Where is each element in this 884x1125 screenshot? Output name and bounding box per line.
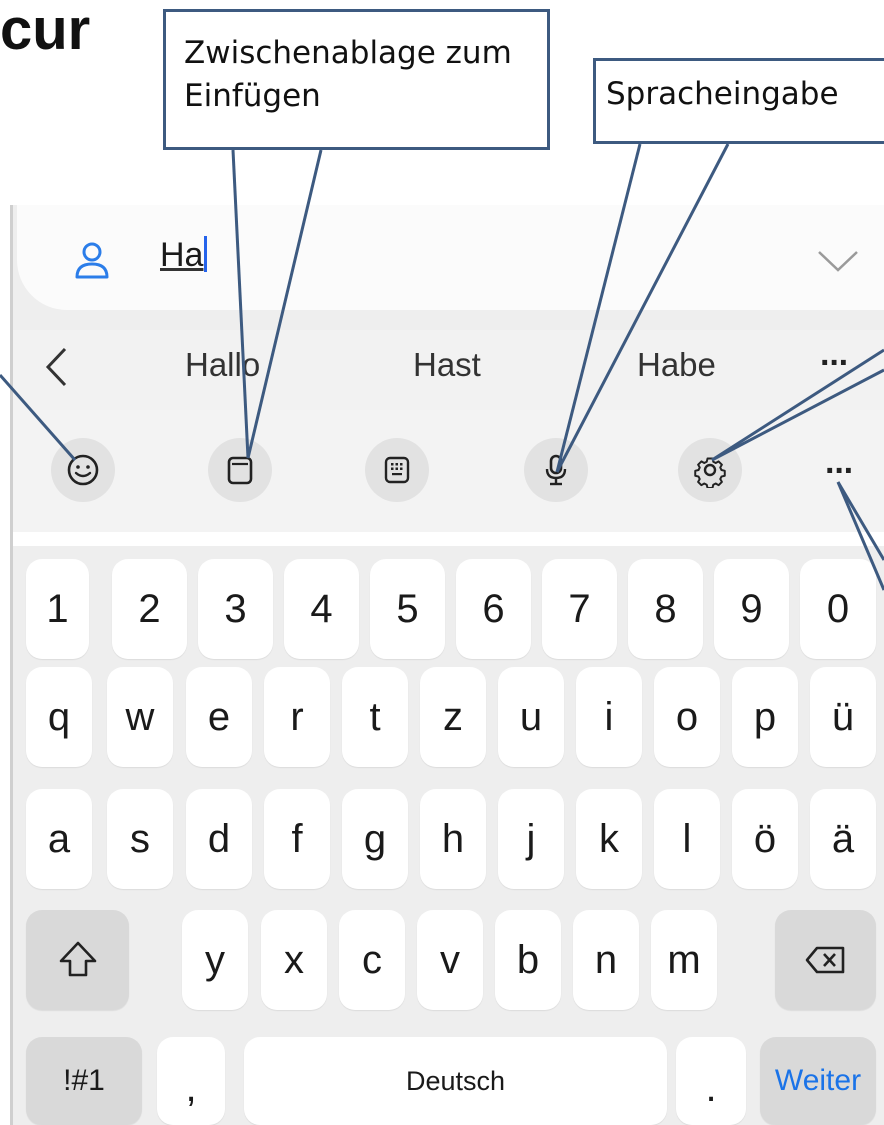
key[interactable]: p — [732, 667, 798, 767]
key[interactable]: s — [107, 789, 173, 889]
chevron-down-icon[interactable] — [817, 250, 859, 272]
key[interactable]: w — [107, 667, 173, 767]
key[interactable]: l — [654, 789, 720, 889]
key[interactable]: x — [261, 910, 327, 1010]
settings-button[interactable] — [678, 438, 742, 502]
key[interactable]: v — [417, 910, 483, 1010]
key[interactable]: d — [186, 789, 252, 889]
emoji-icon — [67, 454, 99, 486]
key[interactable]: 0 — [800, 559, 876, 659]
keyboard-mode-button[interactable] — [365, 438, 429, 502]
suggestion-item[interactable]: Hallo — [185, 346, 260, 384]
voice-input-callout: Spracheingabe — [593, 58, 884, 144]
bottom-row: !#1 , Deutsch . Weiter — [10, 1037, 884, 1125]
gear-icon — [694, 457, 726, 488]
shift-key[interactable] — [26, 910, 129, 1010]
emoji-button[interactable] — [51, 438, 115, 502]
key[interactable]: 6 — [456, 559, 531, 659]
number-row: 1 2 3 4 5 6 7 8 9 0 — [10, 559, 884, 659]
letter-row-1: q w e r t z u i o p ü — [10, 667, 884, 767]
clipboard-callout: Zwischenablage zum Einfügen — [163, 9, 550, 150]
text-caret — [204, 236, 208, 272]
key[interactable]: m — [651, 910, 717, 1010]
chevron-left-icon[interactable] — [45, 347, 69, 387]
key[interactable]: j — [498, 789, 564, 889]
key[interactable]: e — [186, 667, 252, 767]
key[interactable]: b — [495, 910, 561, 1010]
person-icon — [75, 242, 109, 279]
recipient-value: Ha — [160, 236, 204, 274]
key[interactable]: o — [654, 667, 720, 767]
suggestion-item[interactable]: Habe — [637, 346, 716, 384]
space-key[interactable]: Deutsch — [244, 1037, 667, 1125]
key[interactable]: n — [573, 910, 639, 1010]
period-key[interactable]: . — [676, 1037, 746, 1125]
key[interactable]: 1 — [26, 559, 89, 659]
recipient-field[interactable]: Ha — [17, 205, 884, 310]
key[interactable]: f — [264, 789, 330, 889]
key[interactable]: 4 — [284, 559, 359, 659]
key[interactable]: 3 — [198, 559, 273, 659]
key[interactable]: u — [498, 667, 564, 767]
key[interactable]: h — [420, 789, 486, 889]
key[interactable]: ü — [810, 667, 876, 767]
shift-icon — [59, 941, 96, 977]
key[interactable]: 7 — [542, 559, 617, 659]
more-suggestions-button[interactable]: ··· — [820, 344, 850, 383]
separator — [10, 532, 884, 546]
more-options-button[interactable]: ··· — [825, 452, 855, 491]
symbols-key[interactable]: !#1 — [26, 1037, 142, 1125]
key[interactable]: t — [342, 667, 408, 767]
microphone-icon — [545, 454, 567, 486]
key[interactable]: z — [420, 667, 486, 767]
keyboard-toolbar: ··· — [10, 410, 884, 532]
key[interactable]: c — [339, 910, 405, 1010]
key[interactable]: i — [576, 667, 642, 767]
key[interactable]: a — [26, 789, 92, 889]
letter-row-2: a s d f g h j k l ö ä — [10, 789, 884, 889]
key[interactable]: 8 — [628, 559, 703, 659]
key[interactable]: g — [342, 789, 408, 889]
phone-screen: Ha Hallo Hast Habe ··· ··· 1 2 3 4 5 6 7… — [10, 205, 884, 1125]
voice-input-button[interactable] — [524, 438, 588, 502]
clipboard-button[interactable] — [208, 438, 272, 502]
key[interactable]: 9 — [714, 559, 789, 659]
key[interactable]: r — [264, 667, 330, 767]
suggestion-bar: Hallo Hast Habe ··· — [10, 330, 884, 410]
recipient-input[interactable]: Ha — [160, 236, 208, 275]
key[interactable]: y — [182, 910, 248, 1010]
key[interactable]: k — [576, 789, 642, 889]
clipboard-icon — [227, 456, 253, 485]
comma-key[interactable]: , — [157, 1037, 225, 1125]
backspace-key[interactable] — [775, 910, 876, 1010]
letter-row-3: y x c v b n m — [10, 910, 884, 1010]
keyboard-mode-icon — [384, 456, 410, 484]
slide-title-fragment: cur — [0, 0, 91, 60]
key[interactable]: ö — [732, 789, 798, 889]
key[interactable]: 2 — [112, 559, 187, 659]
key[interactable]: q — [26, 667, 92, 767]
key[interactable]: ä — [810, 789, 876, 889]
backspace-icon — [805, 946, 844, 974]
key[interactable]: 5 — [370, 559, 445, 659]
suggestion-item[interactable]: Hast — [413, 346, 481, 384]
enter-key[interactable]: Weiter — [760, 1037, 876, 1125]
